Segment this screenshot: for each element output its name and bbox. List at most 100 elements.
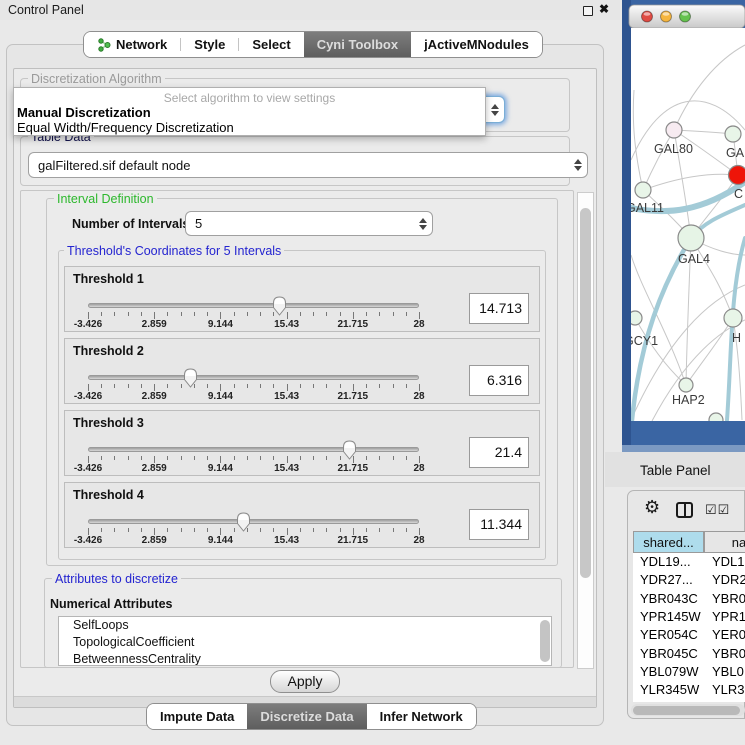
threshold-slider-track[interactable] [88, 303, 419, 308]
threshold-slider-thumb[interactable] [342, 440, 357, 460]
network-node[interactable] [724, 309, 742, 327]
threshold-box: Threshold 1-3.4262.8599.14415.4321.71528… [64, 266, 540, 332]
attribute-item[interactable]: TopologicalCoefficient [59, 634, 551, 651]
table-cell[interactable]: YDL19... [640, 553, 691, 571]
number-of-intervals-combobox[interactable]: 5 [185, 211, 433, 236]
table-cell[interactable]: YPR1 [712, 608, 745, 626]
threshold-value-field[interactable]: 14.713 [469, 293, 529, 324]
settings-scrollbar-thumb[interactable] [580, 208, 591, 578]
slider-tick [167, 384, 168, 388]
checkbox-icons[interactable]: ☑☑ [705, 502, 730, 518]
table-cell[interactable]: YBR043C [640, 590, 698, 608]
tab-discretize-data[interactable]: Discretize Data [247, 704, 366, 729]
table-cell[interactable]: YLR345W [640, 681, 699, 699]
slider-tick [313, 312, 314, 316]
threshold-value-field[interactable]: 11.344 [469, 509, 529, 540]
threshold-value-field[interactable]: 6.316 [469, 365, 529, 396]
table-data-combobox[interactable]: galFiltered.sif default node [28, 152, 588, 178]
slider-tick [366, 528, 367, 532]
table-cell[interactable]: YBR0 [712, 590, 745, 608]
network-node[interactable] [666, 122, 682, 138]
combo-spinner-icon[interactable] [569, 159, 587, 171]
tab-network[interactable]: Network [84, 32, 180, 57]
algorithm-option-manual-discretization[interactable]: Manual Discretization [14, 105, 485, 120]
slider-tick [88, 312, 89, 319]
network-window[interactable]: GAL80GACGAL11GAL4GCY1HHAP2 [622, 0, 745, 452]
column-header-2[interactable]: na [704, 531, 745, 553]
threshold-slider-thumb[interactable] [272, 296, 287, 316]
table-cell[interactable]: YIL052C [640, 699, 691, 702]
network-node[interactable] [635, 182, 651, 198]
slider-tick [393, 456, 394, 460]
algorithm-option-equal-width-frequency-discretization[interactable]: Equal Width/Frequency Discretization [14, 120, 485, 135]
slider-tick [379, 456, 380, 460]
tab-select[interactable]: Select [239, 32, 303, 57]
table-cell[interactable]: YDR27... [640, 571, 693, 589]
tab-cyni-toolbox[interactable]: Cyni Toolbox [304, 32, 411, 57]
slider-tick [207, 312, 208, 316]
split-columns-icon[interactable] [676, 502, 693, 518]
combo-spinner-icon[interactable] [486, 104, 504, 116]
table-cell[interactable]: YBL079W [640, 663, 699, 681]
threshold-slider-thumb[interactable] [183, 368, 198, 388]
threshold-slider-track[interactable] [88, 447, 419, 452]
network-node-label: H [732, 331, 741, 345]
tab-style[interactable]: Style [181, 32, 238, 57]
close-icon[interactable]: ✖ [599, 2, 609, 16]
tab-impute-data[interactable]: Impute Data [147, 704, 247, 729]
slider-tick [234, 456, 235, 460]
gear-icon[interactable]: ⚙ [644, 498, 660, 516]
slider-tick-label: -3.426 [74, 535, 102, 546]
slider-tick [340, 312, 341, 316]
slider-tick [313, 384, 314, 388]
node-table[interactable]: shared...na YDL19... YDL1 YDR27... YDR2 YBR04… [633, 531, 745, 702]
slider-tick [379, 384, 380, 388]
apply-button[interactable]: Apply [270, 670, 340, 693]
slider-tick [154, 456, 155, 463]
table-cell[interactable]: YER054C [640, 626, 698, 644]
tab-label: jActiveMNodules [424, 37, 529, 52]
threshold-slider-thumb[interactable] [236, 512, 251, 532]
table-cell[interactable]: YLR3 [712, 681, 745, 699]
table-cell[interactable]: YDR2 [712, 571, 745, 589]
table-cell[interactable]: YER0 [712, 626, 745, 644]
table-cell[interactable]: YIL0 [712, 699, 739, 702]
float-window-icon[interactable] [583, 6, 593, 16]
slider-tick-label: 15.43 [274, 463, 299, 474]
tab-jactivemnodules[interactable]: jActiveMNodules [411, 32, 542, 57]
table-cell[interactable]: YBR0 [712, 645, 745, 663]
attributes-list-scrollbar[interactable] [540, 620, 550, 662]
table-cell[interactable]: YBR045C [640, 645, 698, 663]
slider-tick [406, 528, 407, 532]
network-node[interactable] [678, 225, 704, 251]
network-window-frame-edge [622, 0, 631, 452]
slider-tick [101, 456, 102, 460]
attribute-item[interactable]: SelfLoops [59, 617, 551, 634]
slider-tick [247, 312, 248, 316]
tab-infer-network[interactable]: Infer Network [367, 704, 476, 729]
network-node[interactable] [725, 126, 741, 142]
network-node[interactable] [679, 378, 693, 392]
network-node-label: GAL4 [678, 252, 710, 266]
table-cell[interactable]: YPR145W [640, 608, 701, 626]
thresholds-group-title: Threshold's Coordinates for 5 Intervals [64, 244, 284, 258]
threshold-value-field[interactable]: 21.4 [469, 437, 529, 468]
table-cell[interactable]: YBL0 [712, 663, 744, 681]
table-cell[interactable]: YDL1 [712, 553, 745, 571]
slider-tick [340, 528, 341, 532]
slider-tick [207, 528, 208, 532]
threshold-slider-track[interactable] [88, 519, 419, 524]
numerical-attributes-list[interactable]: SelfLoopsTopologicalCoefficientBetweenne… [58, 616, 552, 666]
table-hscrollbar-thumb[interactable] [633, 706, 740, 715]
threshold-box: Threshold 4-3.4262.8599.14415.4321.71528… [64, 482, 540, 548]
network-canvas[interactable] [631, 28, 745, 421]
slider-tick [260, 456, 261, 460]
combo-spinner-icon[interactable] [414, 218, 432, 230]
network-node[interactable] [729, 166, 745, 185]
column-header-1[interactable]: shared... [633, 531, 704, 553]
threshold-slider-track[interactable] [88, 375, 419, 380]
attribute-item[interactable]: BetweennessCentrality [59, 651, 551, 666]
threshold-label: Threshold 1 [73, 272, 144, 286]
slider-tick [379, 312, 380, 316]
slider-tick [393, 384, 394, 388]
